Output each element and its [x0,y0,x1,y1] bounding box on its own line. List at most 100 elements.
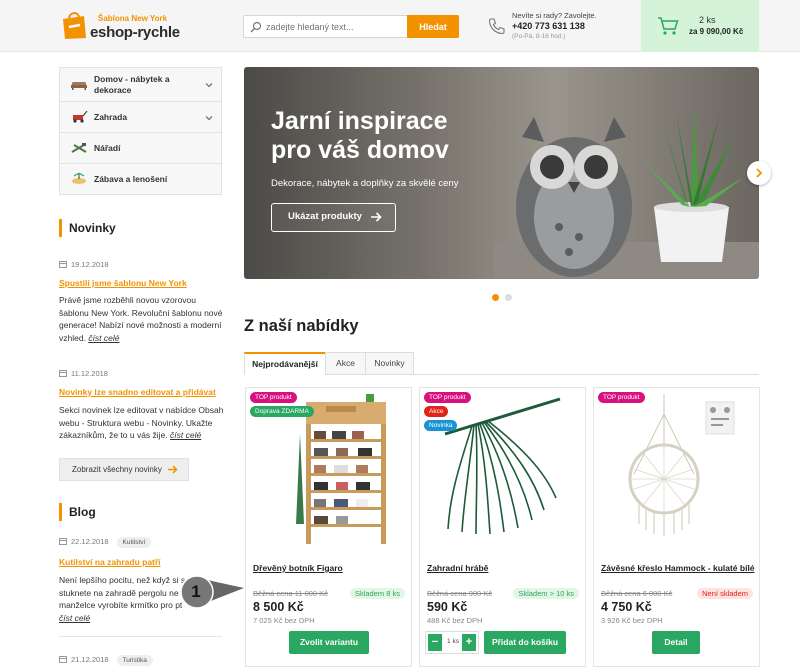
hero-banner[interactable]: Jarní inspirace pro váš domov Dekorace, … [244,67,759,279]
offers-tabs: Nejprodávanější Akce Novinky [244,352,759,375]
chevron-right-icon [756,168,763,178]
search-box: Hledat [243,15,459,38]
detail-button[interactable]: Detail [652,631,700,654]
badge-top-product: TOP produkt [424,392,471,403]
stock-status: Skladem > 10 ks [513,588,579,599]
calendar-icon [59,538,67,545]
product-card[interactable]: TOP produkt Závěsné křeslo Hammock - kul… [593,387,760,667]
category-label: Zábava a lenošení [94,174,168,184]
product-name-link[interactable]: Závěsné křeslo Hammock - kulaté bílé [601,563,755,573]
show-products-label: Ukázat produkty [288,211,362,222]
cart-widget[interactable]: 2 ks za 9 090,00 Kč [641,0,759,52]
price-without-vat: 7 025 Kč bez DPH [253,616,315,625]
callout-number: 1 [191,582,201,601]
cart-count: 2 ks [699,15,716,25]
news-title-link[interactable]: Novinky lze snadno editovat a přidávat [59,387,216,397]
logo[interactable]: Šablona New York eshop-rychle [60,8,180,44]
furniture-icon [71,82,87,90]
calendar-icon [59,370,67,377]
old-price: Běžná cena 900 Kč [427,589,493,598]
calendar-icon [59,656,67,663]
logo-text: eshop-rychle [90,24,180,41]
search-button[interactable]: Hledat [407,15,459,38]
blog-tag[interactable]: Kutilství [116,537,152,548]
search-icon [250,21,262,33]
category-item-zahrada[interactable]: Zahrada [60,102,221,133]
chevron-down-icon[interactable] [205,81,213,89]
banner-subtitle: Dekorace, nábytek a doplňky za skvělé ce… [271,178,459,189]
chevron-down-icon[interactable] [205,114,213,122]
category-menu: Domov - nábytek a dekorace Zahrada Nářad… [59,67,222,195]
blog-tag[interactable]: Turistika [116,655,153,666]
news-excerpt: Sekci novinek lze editovat v nabídce Obs… [59,405,224,440]
choose-variant-button[interactable]: Zvolit variantu [289,631,369,654]
site-header: Šablona New York eshop-rychle Hledat Nev… [0,0,800,52]
product-name-link[interactable]: Dřevěný botník Figaro [253,563,343,573]
add-to-cart-button[interactable]: Přidat do košíku [484,631,566,654]
category-item-domov[interactable]: Domov - nábytek a dekorace [60,68,221,102]
shopping-bag-logo-icon [63,12,86,39]
banner-title-line: Jarní inspirace [271,107,448,135]
blog-title-link[interactable]: Kutilství na zahradu patří [59,557,161,567]
category-label: Domov - nábytek a dekorace [94,74,170,95]
news-heading: Novinky [59,219,116,237]
product-card[interactable]: TOP produkt Akce Novinka Zahradní hrábě … [419,387,586,667]
show-products-button[interactable]: Ukázat produkty [271,203,396,232]
price: 4 750 Kč [601,600,652,614]
badge-sale: Akce [424,406,449,417]
lawnmower-icon [73,111,88,123]
stock-status: Není skladem [697,588,753,599]
category-label: Nářadí [94,143,121,153]
offers-title: Z naší nabídky [244,317,359,335]
blog-heading: Blog [59,503,96,521]
phone-contact: Nevíte si rady? Zavolejte. +420 773 631 … [488,11,608,43]
read-more-link[interactable]: číst celé [88,333,119,343]
tab-bestsellers[interactable]: Nejprodávanější [244,352,326,375]
quantity-value[interactable]: 1 ks [443,638,463,645]
all-news-button[interactable]: Zobrazit všechny novinky [59,458,189,481]
read-more-link[interactable]: číst celé [59,613,90,623]
blog-date: 21.12.2018 Turistika [59,655,153,666]
phone-question: Nevíte si rady? Zavolejte. [512,11,597,20]
badge-top-product: TOP produkt [598,392,645,403]
all-news-label: Zobrazit všechny novinky [72,465,162,474]
arrow-right-icon [168,465,178,474]
phone-hours: (Po-Pá, 8-16 hod.) [512,33,566,40]
slider-dot[interactable] [505,294,512,301]
hammock-chair-image [628,394,735,536]
badge-top-product: TOP produkt [250,392,297,403]
tools-icon [71,143,87,153]
banner-title: Jarní inspirace pro váš domov [271,107,449,165]
news-title-link[interactable]: Spustili jsme šablonu New York [59,278,187,288]
banner-title-line: pro váš domov [271,136,449,164]
read-more-link[interactable]: číst celé [170,430,201,440]
product-name-link[interactable]: Zahradní hrábě [427,563,488,573]
product-card[interactable]: TOP produkt Doprava ZDARMA Dřevěný botní… [245,387,412,667]
tab-new[interactable]: Novinky [365,352,414,375]
banner-owl-plant-image [494,107,759,279]
slider-next-button[interactable] [747,161,771,185]
slider-dot-active[interactable] [492,294,499,301]
logo-tagline: Šablona New York [98,14,168,23]
category-item-naradi[interactable]: Nářadí [60,133,221,164]
old-price: Běžná cena 11 000 Kč [253,589,328,598]
category-label: Zahrada [94,112,128,122]
tab-sale[interactable]: Akce [325,352,366,375]
badge-free-shipping: Doprava ZDARMA [250,406,314,417]
badge-new: Novinka [424,420,458,431]
quantity-stepper: − 1 ks + [425,631,479,654]
stock-status: Skladem 8 ks [349,588,405,599]
search-input[interactable] [266,18,406,35]
decrease-quantity-button[interactable]: − [428,634,442,651]
old-price: Běžná cena 6 000 Kč [601,589,673,598]
price: 590 Kč [427,600,468,614]
blog-date: 22.12.2018 Kutilství [59,537,152,548]
phone-number[interactable]: +420 773 631 138 [512,21,585,31]
arrow-right-icon [371,212,382,222]
increase-quantity-button[interactable]: + [462,634,476,651]
price-without-vat: 3 926 Kč bez DPH [601,616,663,625]
cart-total: za 9 090,00 Kč [689,27,744,36]
news-date: 11.12.2018 [59,369,108,378]
category-item-zabava[interactable]: Zábava a lenošení [60,164,221,195]
phone-icon [488,18,505,35]
